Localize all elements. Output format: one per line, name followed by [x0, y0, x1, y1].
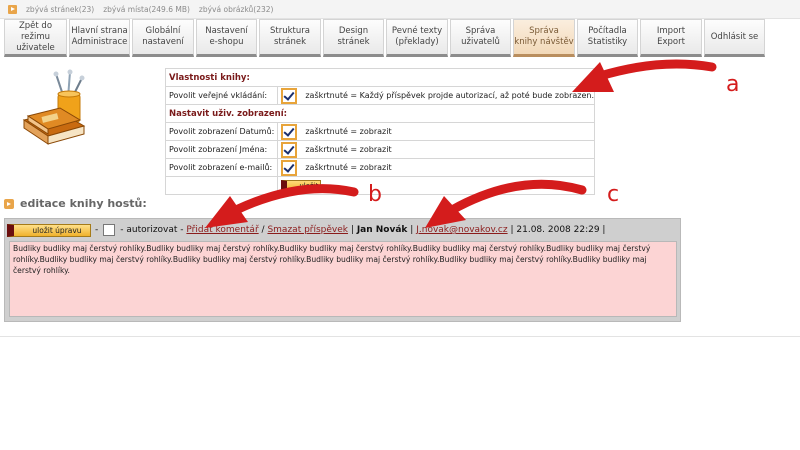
- remaining-images: zbývá obrázků(232): [198, 4, 274, 14]
- save-settings-button[interactable]: uložit: [281, 180, 322, 191]
- section-display-settings: Nastavit uživ. zobrazení:: [165, 104, 595, 123]
- add-comment-link[interactable]: Přidat komentář: [186, 225, 258, 235]
- tab-admin-home[interactable]: Hlavní strana Administrace: [69, 19, 130, 57]
- divider: [0, 336, 800, 337]
- tab-global-settings[interactable]: Globální nastavení: [132, 19, 194, 57]
- tab-counters-statistics[interactable]: Počítadla Statistiky: [577, 19, 638, 57]
- authorize-label: - autorizovat -: [120, 225, 184, 235]
- annotation-label-a: a: [726, 72, 740, 97]
- arrow-right-icon: [4, 198, 14, 209]
- show-names-hint: zaškrtnuté = zobrazit: [305, 145, 392, 154]
- arrow-right-icon: [8, 4, 17, 14]
- show-dates-hint: zaškrtnuté = zobrazit: [305, 127, 392, 136]
- remaining-pages: zbývá stránek(23): [26, 4, 95, 14]
- show-emails-label: Povolit zobrazení e-mailů:: [164, 158, 279, 177]
- public-insert-hint: zaškrtnuté = Každý příspěvek projde auto…: [305, 91, 594, 100]
- tab-page-structure[interactable]: Struktura stránek: [259, 19, 321, 57]
- show-names-checkbox[interactable]: [281, 141, 298, 158]
- separator-pipe: |: [410, 225, 414, 235]
- tab-eshop-settings[interactable]: Nastavení e-shopu: [196, 19, 257, 57]
- author-name: Jan Novák: [356, 225, 408, 235]
- tab-page-design[interactable]: Design stránek: [323, 19, 384, 57]
- show-emails-checkbox[interactable]: [281, 159, 298, 176]
- status-bar: zbývá stránek(23) zbývá místa(249.6 MB) …: [0, 0, 800, 19]
- arrow-a-icon: [595, 59, 717, 81]
- author-email-link[interactable]: J.novak@novakov.cz: [416, 225, 507, 235]
- show-dates-label: Povolit zobrazení Datumů:: [164, 122, 279, 141]
- annotation-label-c: c: [607, 182, 620, 207]
- separator: -: [95, 225, 99, 235]
- guestbook-edit-heading: editace knihy hostů:: [4, 197, 147, 210]
- show-names-label: Povolit zobrazení Jména:: [164, 140, 279, 159]
- tab-back-to-user[interactable]: Zpět do režimu uživatele: [4, 19, 67, 57]
- tab-import-export[interactable]: Import Export: [640, 19, 702, 57]
- tab-fixed-texts[interactable]: Pevné texty (překlady): [386, 19, 448, 57]
- guestbook-entry: uložit úpravu - - autorizovat - Přidat k…: [4, 218, 681, 322]
- separator-slash: /: [261, 225, 265, 235]
- show-emails-hint: zaškrtnuté = zobrazit: [305, 163, 392, 172]
- tab-logout[interactable]: Odhlásit se: [704, 19, 765, 57]
- entry-toolbar: uložit úpravu - - autorizovat - Přidat k…: [7, 223, 605, 237]
- guestbook-logo-icon: [22, 69, 86, 145]
- entry-text-area[interactable]: Budliky budliky maj čerstvý rohlíky.Budl…: [9, 241, 677, 317]
- book-properties-table: Vlastnosti knihy: Povolit veřejné vkládá…: [164, 68, 595, 195]
- section-book-properties: Vlastnosti knihy:: [165, 68, 595, 87]
- delete-post-link[interactable]: Smazat příspěvek: [267, 225, 348, 235]
- tab-user-management[interactable]: Správa uživatelů: [450, 19, 511, 57]
- section-title-text: editace knihy hostů:: [20, 197, 147, 210]
- save-edit-button[interactable]: uložit úpravu: [7, 223, 91, 237]
- entry-date: | 21.08. 2008 22:29 |: [510, 225, 606, 235]
- authorize-checkbox[interactable]: [103, 224, 116, 236]
- show-dates-checkbox[interactable]: [281, 123, 298, 140]
- tab-guestbook-management[interactable]: Správa knihy návštěv: [513, 19, 575, 57]
- public-insert-label: Povolit veřejné vkládání:: [164, 86, 279, 105]
- main-nav: Zpět do režimu uživatele Hlavní strana A…: [4, 19, 767, 57]
- annotation-label-b: b: [368, 182, 382, 207]
- public-insert-checkbox[interactable]: [281, 87, 298, 104]
- remaining-space: zbývá místa(249.6 MB): [103, 4, 190, 14]
- separator-pipe: |: [350, 225, 354, 235]
